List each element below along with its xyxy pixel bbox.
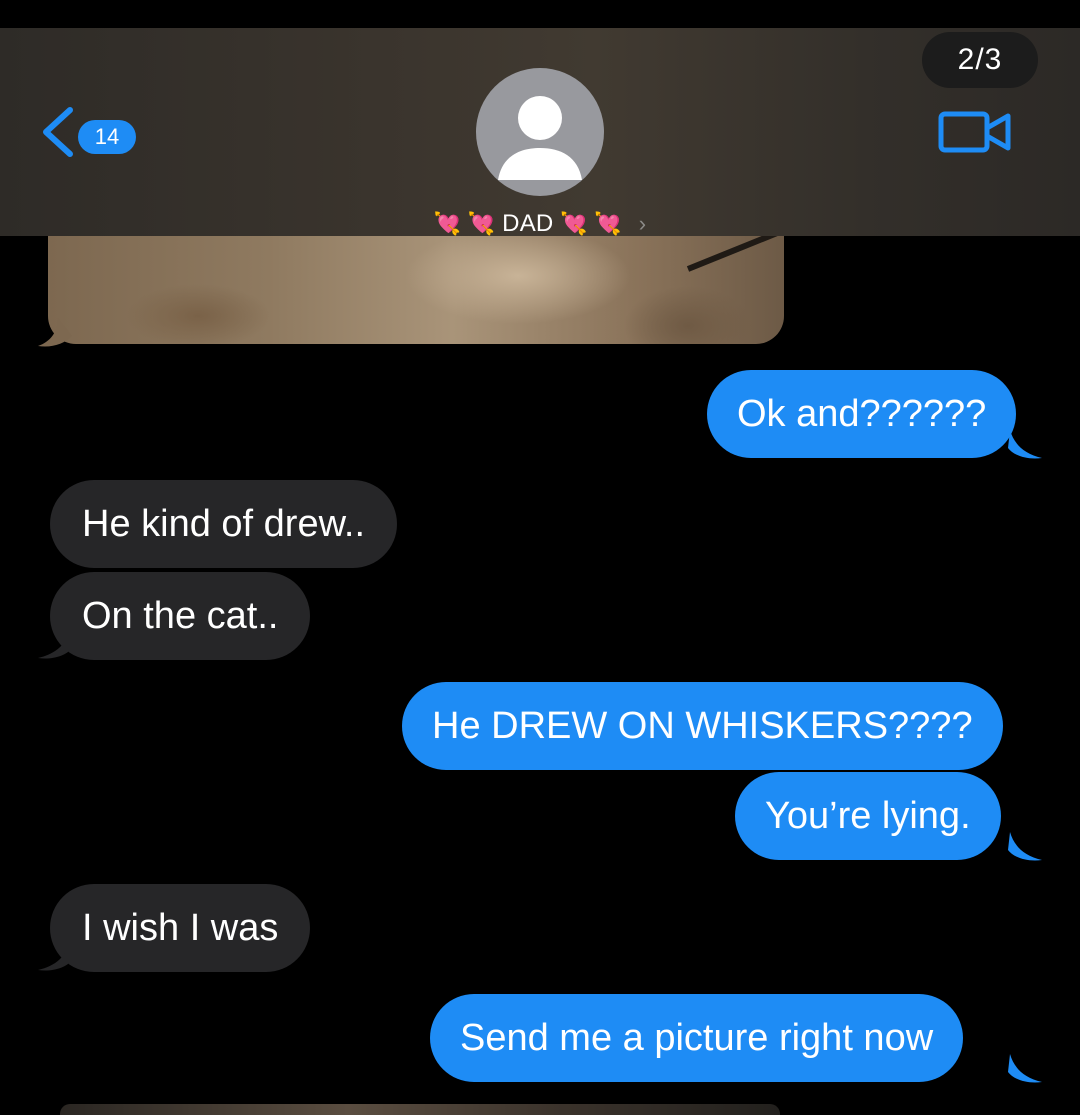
bubble-tail [1008, 1054, 1042, 1083]
next-photo-message[interactable] [60, 1104, 780, 1115]
status-area [0, 0, 1080, 28]
heart-emoji-prefix: 💘 💘 [433, 211, 496, 236]
message-text: Send me a picture right now [460, 1017, 934, 1059]
message-text: Ok and?????? [737, 393, 987, 435]
image-counter: 2/3 [922, 32, 1038, 88]
outgoing-message[interactable]: Ok and?????? [707, 370, 1017, 458]
heart-emoji-suffix: 💘 💘 [560, 211, 622, 236]
bubble-tail [1008, 832, 1042, 861]
chevron-right-icon: › [638, 211, 647, 236]
bubble-tail [38, 942, 72, 971]
video-camera-icon[interactable] [938, 110, 1014, 154]
back-button[interactable]: 14 [38, 100, 148, 164]
person-silhouette-icon [498, 96, 582, 180]
photo-detail [686, 236, 784, 272]
bubble-tail [1008, 430, 1042, 459]
incoming-message[interactable]: He kind of drew.. [50, 480, 398, 568]
incoming-message[interactable]: On the cat.. [50, 572, 311, 660]
chevron-left-icon [43, 107, 73, 157]
message-text: On the cat.. [82, 595, 279, 637]
incoming-message[interactable]: I wish I was [50, 884, 311, 972]
message-text: You’re lying. [765, 795, 971, 837]
contact-name: DAD [502, 210, 554, 237]
outgoing-message[interactable]: Send me a picture right now [430, 994, 964, 1082]
outgoing-message[interactable]: You’re lying. [735, 772, 1001, 860]
message-text: He DREW ON WHISKERS???? [432, 705, 973, 747]
unread-count-badge: 14 [78, 120, 136, 154]
message-text: He kind of drew.. [82, 503, 366, 545]
bubble-tail [38, 318, 72, 347]
outgoing-message[interactable]: He DREW ON WHISKERS???? [402, 682, 1003, 770]
bubble-tail [38, 630, 72, 659]
message-text: I wish I was [82, 907, 279, 949]
contact-avatar[interactable] [476, 68, 604, 196]
conversation-header: 14 💘 💘 DAD 💘 💘 › [0, 28, 1080, 237]
photo-message[interactable] [48, 236, 784, 344]
